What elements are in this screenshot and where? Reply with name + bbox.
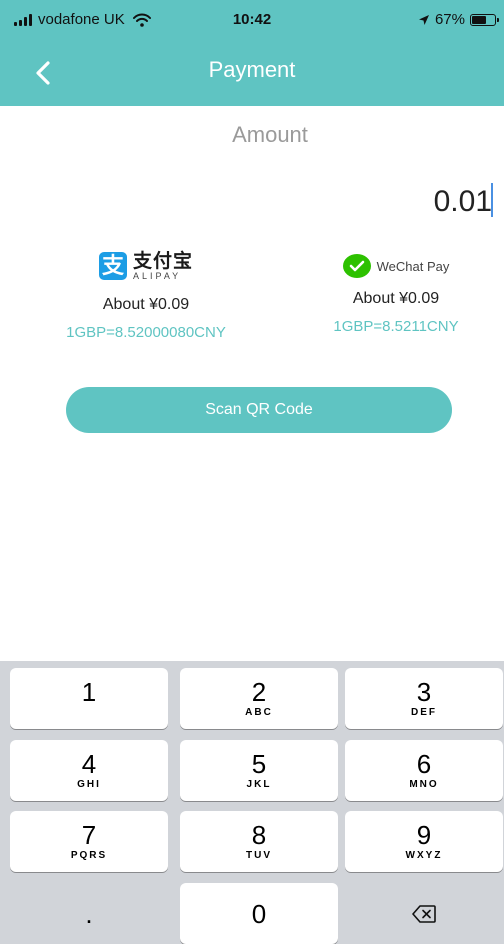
wechat-pay-logo: WeChat Pay xyxy=(270,248,504,284)
wechat-pay-logo-icon xyxy=(342,254,371,278)
key-0[interactable]: 0 xyxy=(180,883,338,944)
battery-tip xyxy=(497,17,499,22)
key-digit: 8 xyxy=(251,820,267,850)
alipay-logo: 支 支付宝 ALIPAY xyxy=(20,248,272,284)
battery-percent: 67% xyxy=(434,11,465,28)
key-letters: WXYZ xyxy=(405,850,443,861)
scan-qr-code-button[interactable]: Scan QR Code xyxy=(66,387,452,433)
key-letters: GHI xyxy=(77,779,101,790)
status-right: 67% xyxy=(418,11,499,28)
amount-label: Amount xyxy=(232,122,308,147)
wechat-about-amount: About ¥0.09 xyxy=(352,290,440,307)
key-digit: 7 xyxy=(81,820,97,850)
app-header: vodafone UK 10:42 67% Payment xyxy=(0,0,504,106)
alipay-option: 支 支付宝 ALIPAY About ¥0.09 1GBP=8.52000080… xyxy=(20,248,272,342)
key-letters: JKL xyxy=(246,779,272,790)
key-digit: 9 xyxy=(416,820,432,850)
status-bar: vodafone UK 10:42 67% xyxy=(0,0,504,40)
key-digit: 2 xyxy=(251,677,267,707)
key-9[interactable]: 9 WXYZ xyxy=(345,811,503,872)
key-7[interactable]: 7 PQRS xyxy=(10,811,168,872)
key-letters: DEF xyxy=(411,707,437,718)
wechat-pay-logo-text: WeChat Pay xyxy=(376,258,450,274)
key-letters: TUV xyxy=(246,850,272,861)
key-digit: 0 xyxy=(251,898,267,929)
key-6[interactable]: 6 MNO xyxy=(345,740,503,801)
nav-bar: Payment xyxy=(0,40,504,106)
key-digit: 3 xyxy=(416,677,432,707)
location-arrow-icon xyxy=(418,14,429,25)
key-2[interactable]: 2 ABC xyxy=(180,668,338,729)
delete-key[interactable] xyxy=(345,883,503,944)
alipay-wordmark: 支付宝 ALIPAY xyxy=(133,252,193,281)
alipay-logo-en: ALIPAY xyxy=(132,270,182,281)
key-1[interactable]: 1 xyxy=(10,668,168,729)
key-digit: 6 xyxy=(416,749,432,779)
key-digit: 1 xyxy=(81,677,97,707)
numeric-keypad: 1 2 ABC 3 DEF 4 GHI 5 JKL 6 MNO 7 PQRS 8… xyxy=(0,661,504,944)
key-5[interactable]: 5 JKL xyxy=(180,740,338,801)
key-decimal[interactable]: . xyxy=(10,883,168,944)
key-digit: 4 xyxy=(81,749,97,779)
alipay-about-amount: About ¥0.09 xyxy=(102,296,190,313)
alipay-exchange-rate: 1GBP=8.52000080CNY xyxy=(66,324,226,341)
page-title: Payment xyxy=(208,57,296,82)
alipay-logo-icon: 支 xyxy=(98,252,127,280)
key-4[interactable]: 4 GHI xyxy=(10,740,168,801)
key-8[interactable]: 8 TUV xyxy=(180,811,338,872)
text-caret xyxy=(491,183,493,217)
key-digit: 5 xyxy=(251,749,267,779)
battery-icon xyxy=(470,13,499,26)
key-digit: . xyxy=(85,898,93,929)
backspace-icon xyxy=(412,904,436,923)
key-letters: ABC xyxy=(245,707,273,718)
wechat-exchange-rate: 1GBP=8.5211CNY xyxy=(333,318,459,335)
amount-input[interactable] xyxy=(192,180,492,224)
battery-fill xyxy=(472,15,487,24)
key-3[interactable]: 3 DEF xyxy=(345,668,503,729)
key-letters: MNO xyxy=(409,779,439,790)
wechat-pay-option: WeChat Pay About ¥0.09 1GBP=8.5211CNY xyxy=(270,248,504,335)
key-letters: PQRS xyxy=(70,850,108,861)
check-icon xyxy=(349,260,364,272)
alipay-logo-cn: 支付宝 xyxy=(132,250,193,272)
